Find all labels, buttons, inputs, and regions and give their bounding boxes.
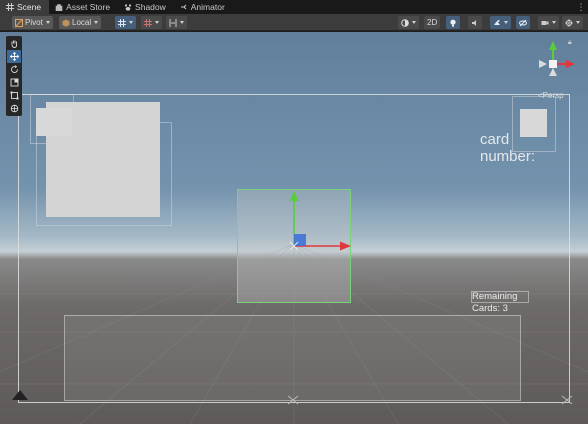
tab-asset-store[interactable]: Asset Store	[49, 0, 118, 14]
shaded-sphere-icon	[401, 18, 409, 27]
store-icon	[55, 4, 63, 11]
tab-animator-label: Animator	[190, 2, 225, 12]
rect-tool-button[interactable]	[7, 89, 21, 102]
hand-icon	[11, 40, 17, 48]
effects-dropdown[interactable]	[490, 16, 511, 29]
camera-dropdown[interactable]	[538, 16, 559, 29]
bottom-panel[interactable]	[64, 315, 521, 401]
local-dropdown[interactable]: Local	[59, 16, 102, 29]
scale-tool-button[interactable]	[7, 76, 21, 89]
transform-icon	[10, 104, 18, 113]
pivot-label: Pivot	[25, 18, 43, 27]
anchor-cross-icon	[287, 395, 299, 405]
align-icon	[169, 18, 177, 27]
camera-icon	[541, 20, 549, 25]
more-options-icon[interactable]: ⋮	[574, 0, 588, 14]
rotate-icon	[10, 65, 18, 73]
card-sprite-corner[interactable]	[36, 108, 72, 136]
editor-tab-bar: Scene Asset Store Shadow Animator ⋮	[0, 0, 588, 14]
increment-snap-toggle[interactable]	[141, 16, 162, 29]
transform-tool-button[interactable]	[7, 102, 21, 115]
audio-toggle[interactable]	[468, 16, 482, 29]
tab-shadow-label: Shadow	[135, 2, 166, 12]
tab-shadow[interactable]: Shadow	[118, 0, 174, 14]
tab-scene-label: Scene	[17, 2, 42, 12]
audio-icon	[472, 19, 476, 26]
scene-viewport[interactable]: card number: Remaining Cards: 3 🔒︎ <Pers…	[0, 32, 588, 424]
tab-asset-store-label: Asset Store	[66, 2, 111, 12]
2d-label: 2D	[427, 18, 438, 27]
align-toggle[interactable]	[166, 16, 187, 29]
grid-icon	[6, 3, 14, 11]
gizmos-dropdown[interactable]	[562, 16, 583, 29]
local-label: Local	[72, 18, 92, 27]
eye-slash-icon	[519, 19, 527, 26]
tab-scene[interactable]: Scene	[0, 0, 50, 14]
snap-increment-icon	[144, 18, 152, 27]
scene-toolbar: Pivot Local 2D	[0, 14, 588, 31]
orientation-gizmo[interactable]	[524, 38, 584, 94]
local-cube-icon	[62, 19, 70, 27]
x-axis-arrow-icon	[340, 241, 351, 251]
y-axis-arrow-icon	[289, 191, 299, 201]
grid-snapping-toggle[interactable]	[115, 16, 136, 29]
gizmos-icon	[565, 18, 573, 27]
animator-icon	[180, 4, 187, 10]
card-number-text[interactable]: card number:	[480, 131, 560, 165]
remaining-cards-text[interactable]: Remaining Cards: 3	[472, 291, 517, 315]
anchor-cross-icon	[561, 395, 573, 405]
projection-label[interactable]: <Persp	[538, 91, 564, 100]
light-bulb-icon	[450, 19, 456, 27]
lighting-toggle[interactable]	[446, 16, 460, 29]
rotate-tool-button[interactable]	[7, 63, 21, 76]
tab-animator[interactable]: Animator	[174, 0, 233, 14]
move-arrows-icon	[9, 52, 19, 61]
pivot-dropdown[interactable]: Pivot	[12, 16, 53, 29]
draw-mode-dropdown[interactable]	[398, 16, 419, 29]
move-gizmo[interactable]	[280, 187, 356, 263]
view-tool-button[interactable]	[7, 37, 21, 50]
paw-icon	[124, 4, 132, 11]
lock-icon[interactable]: 🔒︎	[568, 39, 572, 47]
pivot-icon	[15, 18, 23, 27]
tool-palette	[6, 36, 22, 116]
corner-anchor-icon	[12, 390, 28, 400]
move-tool-button[interactable]	[7, 50, 21, 63]
rect-transform-icon	[10, 91, 18, 100]
effects-icon	[494, 19, 500, 25]
2d-mode-toggle[interactable]: 2D	[424, 16, 441, 29]
hidden-objects-toggle[interactable]	[516, 16, 530, 29]
grid-snap-icon	[118, 18, 126, 27]
scale-icon	[10, 78, 18, 87]
